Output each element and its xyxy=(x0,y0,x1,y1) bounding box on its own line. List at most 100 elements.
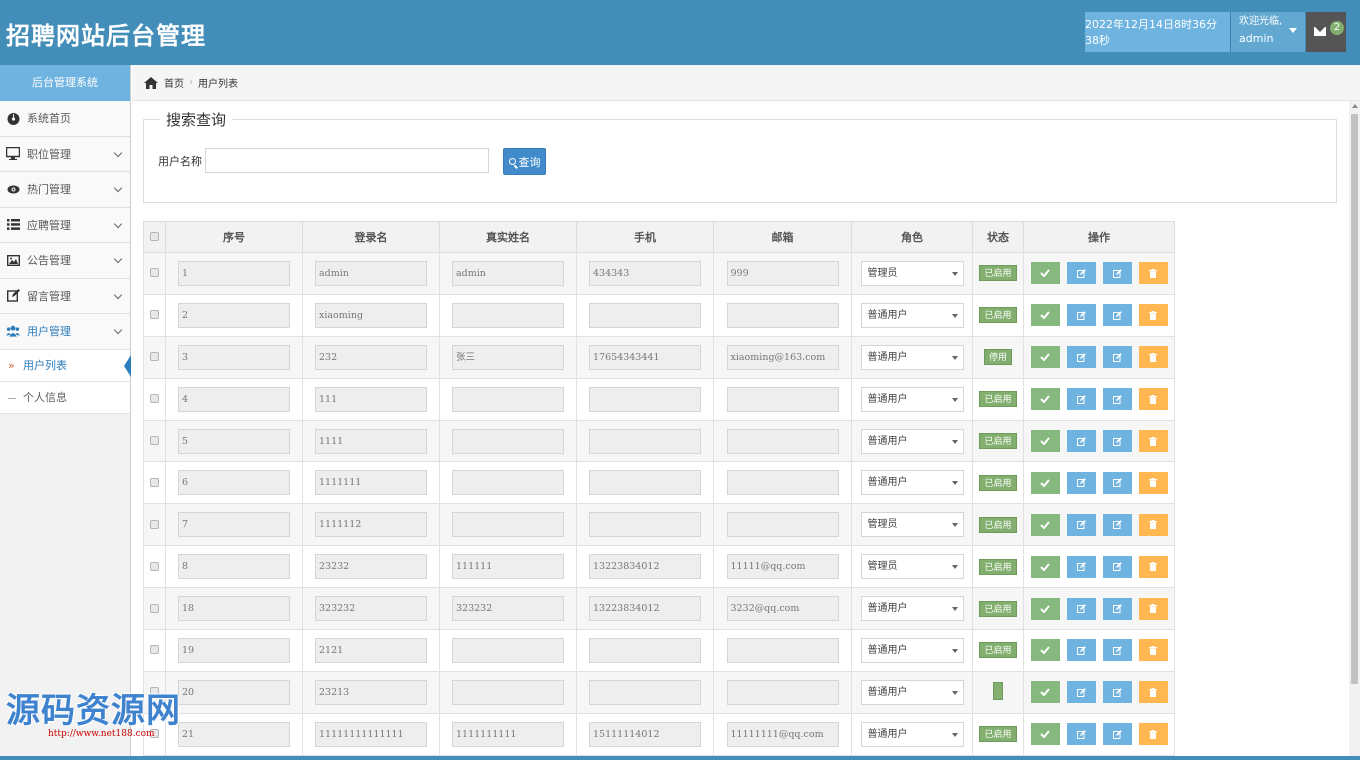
sidebar-subitem-user-list[interactable]: 用户列表 xyxy=(0,350,131,382)
enable-button[interactable] xyxy=(1030,513,1060,536)
login-name-field[interactable]: 1111112 xyxy=(315,512,427,538)
row-select-cell[interactable] xyxy=(143,545,166,589)
phone-field[interactable] xyxy=(589,302,701,328)
row-select-cell[interactable] xyxy=(143,419,166,463)
user-menu[interactable]: 欢迎光临, admin xyxy=(1231,12,1305,52)
enable-button[interactable] xyxy=(1030,723,1060,746)
row-checkbox[interactable] xyxy=(150,394,159,404)
role-select[interactable]: 普通用户 xyxy=(860,428,964,454)
enable-button[interactable] xyxy=(1030,262,1060,285)
edit-role-button[interactable] xyxy=(1102,430,1132,452)
phone-field[interactable]: 13223834012 xyxy=(589,596,701,622)
delete-button[interactable] xyxy=(1138,471,1168,494)
row-checkbox[interactable] xyxy=(150,561,159,571)
role-select[interactable]: 普通用户 xyxy=(860,386,964,412)
id-field[interactable]: 19 xyxy=(178,637,290,663)
row-select-cell[interactable] xyxy=(143,503,166,547)
role-select[interactable]: 普通用户 xyxy=(860,679,964,705)
row-checkbox[interactable] xyxy=(150,268,159,278)
id-field[interactable]: 3 xyxy=(178,344,290,370)
email-field[interactable] xyxy=(726,637,839,663)
row-checkbox[interactable] xyxy=(150,645,159,655)
id-field[interactable]: 2 xyxy=(178,302,290,328)
edit-button[interactable] xyxy=(1066,513,1096,536)
row-select-cell[interactable] xyxy=(143,377,166,421)
edit-button[interactable] xyxy=(1066,723,1096,746)
sidebar-item-jobs[interactable]: 职位管理 xyxy=(0,136,130,172)
email-field[interactable]: 11111@qq.com xyxy=(726,554,839,580)
sidebar-item-announcements[interactable]: 公告管理 xyxy=(0,243,130,279)
email-field[interactable]: 3232@qq.com xyxy=(726,596,839,622)
real-name-field[interactable] xyxy=(452,386,564,412)
edit-role-button[interactable] xyxy=(1102,513,1132,536)
sidebar-subitem-profile[interactable]: 个人信息 xyxy=(0,382,130,414)
row-checkbox[interactable] xyxy=(150,603,159,613)
row-checkbox[interactable] xyxy=(150,519,159,529)
edit-button[interactable] xyxy=(1066,262,1096,285)
id-field[interactable]: 20 xyxy=(178,679,290,705)
edit-role-button[interactable] xyxy=(1102,471,1132,494)
select-all-cell[interactable] xyxy=(143,221,166,253)
edit-role-button[interactable] xyxy=(1102,388,1132,411)
role-select[interactable]: 普通用户 xyxy=(860,721,964,747)
id-field[interactable]: 8 xyxy=(178,554,290,580)
row-checkbox[interactable] xyxy=(150,436,159,445)
edit-button[interactable] xyxy=(1066,597,1096,620)
role-select[interactable]: 普通用户 xyxy=(860,596,964,622)
email-field[interactable]: 11111111@qq.com xyxy=(726,721,839,747)
real-name-field[interactable] xyxy=(452,637,564,663)
row-select-cell[interactable] xyxy=(143,587,166,631)
edit-role-button[interactable] xyxy=(1102,304,1132,327)
delete-button[interactable] xyxy=(1138,639,1168,662)
enable-button[interactable] xyxy=(1030,388,1060,411)
phone-field[interactable] xyxy=(589,428,701,454)
row-select-cell[interactable] xyxy=(143,252,166,295)
real-name-field[interactable] xyxy=(452,679,564,705)
edit-button[interactable] xyxy=(1066,471,1096,494)
email-field[interactable] xyxy=(726,512,839,538)
role-select[interactable]: 普通用户 xyxy=(860,637,964,663)
login-name-field[interactable]: 1111111 xyxy=(315,470,427,496)
phone-field[interactable]: 434343 xyxy=(589,260,701,286)
email-field[interactable] xyxy=(726,470,839,496)
edit-button[interactable] xyxy=(1066,555,1096,578)
delete-button[interactable] xyxy=(1138,723,1168,746)
role-select[interactable]: 普通用户 xyxy=(860,470,964,496)
sidebar-item-messages[interactable]: 留言管理 xyxy=(0,278,130,314)
phone-field[interactable]: 13223834012 xyxy=(589,554,701,580)
phone-field[interactable] xyxy=(589,386,701,412)
edit-role-button[interactable] xyxy=(1102,555,1132,578)
role-select[interactable]: 管理员 xyxy=(860,260,964,286)
id-field[interactable]: 5 xyxy=(178,428,290,454)
real-name-field[interactable]: 323232 xyxy=(452,596,564,622)
edit-button[interactable] xyxy=(1066,430,1096,452)
email-field[interactable]: xiaoming@163.com xyxy=(726,344,839,370)
login-name-field[interactable]: xiaoming xyxy=(315,302,427,328)
enable-button[interactable] xyxy=(1030,430,1060,452)
real-name-field[interactable]: admin xyxy=(452,260,564,286)
id-field[interactable]: 18 xyxy=(178,596,290,622)
enable-button[interactable] xyxy=(1030,346,1060,369)
delete-button[interactable] xyxy=(1138,304,1168,327)
row-checkbox[interactable] xyxy=(150,352,159,362)
delete-button[interactable] xyxy=(1138,513,1168,536)
delete-button[interactable] xyxy=(1138,597,1168,620)
scrollbar-thumb[interactable] xyxy=(1351,114,1358,684)
delete-button[interactable] xyxy=(1138,346,1168,369)
phone-field[interactable]: 17654343441 xyxy=(589,344,701,370)
enable-button[interactable] xyxy=(1030,304,1060,327)
real-name-field[interactable] xyxy=(452,512,564,538)
edit-role-button[interactable] xyxy=(1102,346,1132,369)
row-select-cell[interactable] xyxy=(143,461,166,505)
messages-button[interactable]: 2 xyxy=(1306,12,1346,52)
edit-role-button[interactable] xyxy=(1102,639,1132,662)
role-select[interactable]: 普通用户 xyxy=(860,302,964,328)
username-search-input[interactable] xyxy=(205,148,489,173)
delete-button[interactable] xyxy=(1138,430,1168,452)
login-name-field[interactable]: admin xyxy=(315,260,427,286)
id-field[interactable]: 21 xyxy=(178,721,290,747)
breadcrumb-home-link[interactable]: 首页 xyxy=(164,75,184,90)
delete-button[interactable] xyxy=(1138,388,1168,411)
id-field[interactable]: 6 xyxy=(178,470,290,496)
row-checkbox[interactable] xyxy=(150,310,159,320)
